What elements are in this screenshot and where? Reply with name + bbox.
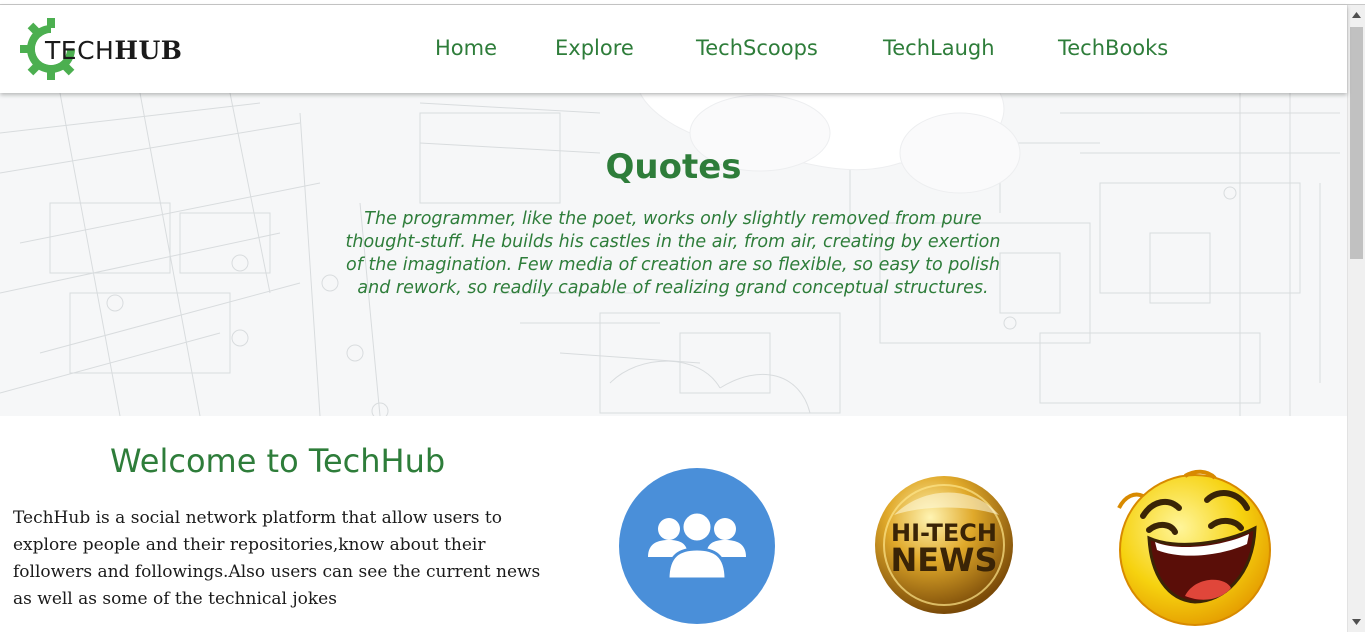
scroll-down-arrow-icon[interactable] — [1351, 617, 1362, 627]
people-group-icon — [619, 468, 775, 624]
laughing-emoji-icon — [1117, 469, 1271, 626]
badge-line2: NEWS — [891, 541, 998, 579]
quote-text: The programmer, like the poet, works onl… — [345, 209, 1001, 298]
main-nav: Home Explore TechScoops TechLaugh TechBo… — [0, 5, 1347, 93]
scroll-up-arrow-icon[interactable] — [1351, 10, 1362, 20]
nav-techlaugh[interactable]: TechLaugh — [883, 36, 995, 60]
techlaugh-feature[interactable] — [1115, 466, 1275, 626]
hi-tech-news-badge: HI-TECH NEWS — [875, 476, 1013, 614]
nav-explore[interactable]: Explore — [555, 36, 634, 60]
techscoops-feature[interactable]: HI-TECH NEWS — [874, 475, 1014, 615]
quotes-hero: Quotes The programmer, like the poet, wo… — [0, 93, 1347, 416]
welcome-description: TechHub is a social network platform tha… — [13, 508, 541, 609]
nav-home[interactable]: Home — [435, 36, 497, 60]
welcome-title: Welcome to TechHub — [110, 442, 446, 480]
explore-feature[interactable] — [618, 467, 776, 625]
nav-techbooks[interactable]: TechBooks — [1058, 36, 1168, 60]
vertical-scrollbar[interactable] — [1347, 5, 1365, 632]
scrollbar-thumb[interactable] — [1350, 27, 1363, 259]
quotes-title: Quotes — [605, 147, 742, 187]
site-header: TECHHUB Home Explore TechScoops TechLaug… — [0, 5, 1347, 93]
nav-techscoops[interactable]: TechScoops — [696, 36, 818, 60]
